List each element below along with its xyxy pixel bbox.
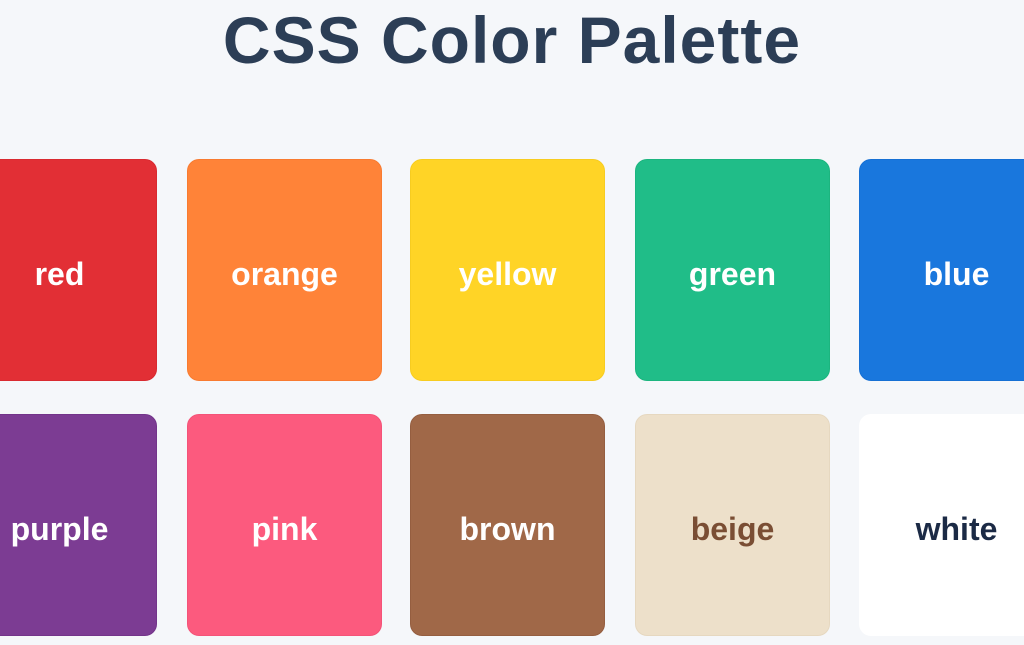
color-swatch-yellow: yellow <box>410 159 605 381</box>
color-label: yellow <box>458 255 557 292</box>
color-swatch-beige: beige <box>635 414 830 636</box>
color-swatch-pink: pink <box>187 414 382 636</box>
color-swatch-green: green <box>635 159 830 381</box>
color-label: beige <box>690 510 775 547</box>
color-label: pink <box>251 510 318 547</box>
color-label: brown <box>459 510 556 547</box>
color-swatch-blue: blue <box>859 159 1024 381</box>
color-swatch-orange: orange <box>187 159 382 381</box>
color-label: red <box>34 255 85 292</box>
color-label: white <box>915 510 998 547</box>
color-swatch-brown: brown <box>410 414 605 636</box>
color-label: orange <box>231 255 338 292</box>
color-swatch-purple: purple <box>0 414 157 636</box>
color-label: blue <box>923 255 990 292</box>
page-title: CSS Color Palette <box>222 3 802 77</box>
color-label: green <box>688 255 777 292</box>
color-swatch-red: red <box>0 159 157 381</box>
color-swatch-white: white <box>859 414 1024 636</box>
color-label: purple <box>10 510 109 547</box>
